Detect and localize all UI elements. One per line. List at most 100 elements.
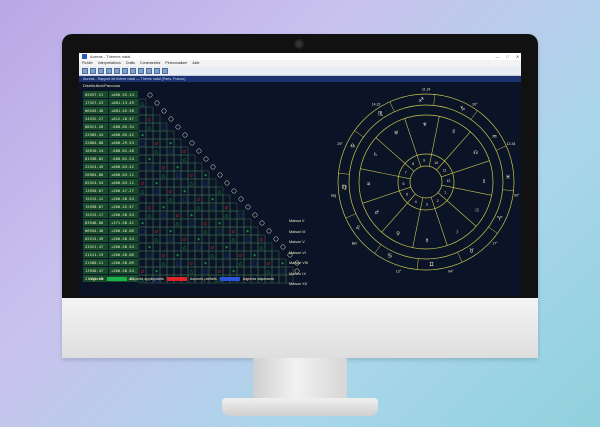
aspect-cell[interactable] <box>138 242 147 252</box>
aspect-cell[interactable] <box>215 258 224 268</box>
aspect-cell[interactable] <box>145 106 154 116</box>
aspect-cell[interactable] <box>194 266 203 276</box>
aspect-cell[interactable] <box>166 130 175 140</box>
aspect-cell[interactable] <box>145 266 154 276</box>
aspect-cell[interactable] <box>208 234 217 244</box>
aspect-cell[interactable] <box>159 146 168 156</box>
aspect-cell[interactable] <box>159 130 168 140</box>
toolbar-forward-button[interactable] <box>146 67 152 74</box>
aspect-cell[interactable] <box>173 202 182 212</box>
aspect-cell[interactable] <box>194 250 203 260</box>
aspect-cell[interactable] <box>257 250 266 260</box>
aspect-cell[interactable] <box>236 218 245 228</box>
aspect-cell[interactable] <box>187 154 196 164</box>
aspect-cell[interactable] <box>145 218 154 228</box>
close-button[interactable]: ✕ <box>514 53 521 60</box>
aspect-cell[interactable] <box>138 210 147 220</box>
aspect-cell[interactable] <box>236 226 245 236</box>
aspect-cell[interactable] <box>215 194 224 204</box>
aspect-cell[interactable] <box>250 234 259 244</box>
aspect-cell[interactable] <box>222 194 231 204</box>
aspect-cell[interactable] <box>229 258 238 268</box>
aspect-cell[interactable] <box>215 234 224 244</box>
aspect-cell[interactable] <box>271 250 280 260</box>
aspect-cell[interactable] <box>201 202 210 212</box>
aspect-cell[interactable] <box>138 146 147 156</box>
aspect-cell[interactable] <box>166 178 175 188</box>
aspect-cell[interactable] <box>166 162 175 172</box>
aspect-cell[interactable] <box>215 242 224 252</box>
aspect-cell[interactable] <box>138 202 147 212</box>
aspect-cell[interactable] <box>145 170 154 180</box>
aspect-cell[interactable] <box>159 138 168 148</box>
aspect-cell[interactable] <box>187 162 196 172</box>
aspect-cell[interactable] <box>264 242 273 252</box>
aspect-cell[interactable] <box>187 194 196 204</box>
aspect-cell[interactable] <box>278 274 287 284</box>
aspect-cell[interactable] <box>208 210 217 220</box>
toolbar-settings-button[interactable] <box>154 67 160 74</box>
aspect-cell[interactable] <box>222 258 231 268</box>
aspect-cell[interactable] <box>152 194 161 204</box>
aspect-cell[interactable] <box>194 162 203 172</box>
aspect-cell[interactable] <box>166 154 175 164</box>
aspect-cell[interactable] <box>243 258 252 268</box>
aspect-cell[interactable] <box>180 258 189 268</box>
aspect-cell[interactable] <box>229 202 238 212</box>
aspect-cell[interactable] <box>173 154 182 164</box>
aspect-cell[interactable] <box>159 186 168 196</box>
aspect-cell[interactable] <box>201 194 210 204</box>
aspect-cell[interactable] <box>145 186 154 196</box>
aspect-cell[interactable] <box>138 154 147 164</box>
aspect-cell[interactable] <box>145 130 154 140</box>
aspect-cell[interactable] <box>208 266 217 276</box>
toolbar-open-button[interactable] <box>90 67 96 74</box>
aspect-cell[interactable] <box>152 130 161 140</box>
aspect-cell[interactable] <box>243 266 252 276</box>
aspect-cell[interactable] <box>152 258 161 268</box>
natal-chart-wheel[interactable]: ♈ ☉ 1 ♉ ☽ 2 ♊ ☿ 3 ♋ ♀ 4 ♌ ♂ 5 ♍ ♃ 6 ♎ ♄ 7 ♏ ♅ 8 ♐ ♆ 9 ♑ ♇ 10 ♒ ☊ 11 ♓ ⚷ 12 1… <box>331 82 521 296</box>
aspect-cell[interactable] <box>187 186 196 196</box>
aspect-cell[interactable] <box>201 210 210 220</box>
maximize-button[interactable]: □ <box>504 53 511 60</box>
aspect-cell[interactable] <box>152 218 161 228</box>
aspect-cell[interactable] <box>145 178 154 188</box>
aspect-cell[interactable] <box>173 226 182 236</box>
aspect-cell[interactable] <box>257 266 266 276</box>
aspect-cell[interactable] <box>257 258 266 268</box>
aspect-cell[interactable] <box>152 242 161 252</box>
aspect-cell[interactable] <box>173 186 182 196</box>
aspect-cell[interactable] <box>229 250 238 260</box>
aspect-cell[interactable] <box>194 218 203 228</box>
aspect-cell[interactable] <box>222 234 231 244</box>
aspect-cell[interactable] <box>166 170 175 180</box>
aspect-cell[interactable] <box>138 106 147 116</box>
menu-item-interpretations[interactable]: Interprétations <box>98 61 121 65</box>
aspect-cell[interactable] <box>173 242 182 252</box>
menu-item-aide[interactable]: Aide <box>192 61 199 65</box>
aspect-cell[interactable] <box>138 194 147 204</box>
aspect-cell[interactable] <box>208 258 217 268</box>
aspect-cell[interactable] <box>243 250 252 260</box>
toolbar-chart-button[interactable] <box>114 67 120 74</box>
aspect-cell[interactable] <box>159 218 168 228</box>
aspect-cell[interactable] <box>166 242 175 252</box>
aspect-cell[interactable] <box>201 234 210 244</box>
aspect-cell[interactable] <box>180 210 189 220</box>
aspect-cell[interactable] <box>173 194 182 204</box>
minimize-button[interactable]: — <box>494 53 501 60</box>
aspect-cell[interactable] <box>145 146 154 156</box>
aspect-cell[interactable] <box>180 266 189 276</box>
aspect-cell[interactable] <box>159 266 168 276</box>
aspect-cell[interactable] <box>138 114 147 124</box>
aspect-cell[interactable] <box>222 226 231 236</box>
aspect-cell[interactable] <box>152 202 161 212</box>
aspect-cell[interactable] <box>173 146 182 156</box>
aspect-cell[interactable] <box>208 226 217 236</box>
aspect-cell[interactable] <box>250 242 259 252</box>
menu-item-personnaliser[interactable]: Personnaliser <box>165 61 187 65</box>
aspect-cell[interactable] <box>152 114 161 124</box>
aspect-cell[interactable] <box>152 154 161 164</box>
toolbar-print-button[interactable] <box>106 67 112 74</box>
aspect-cell[interactable] <box>180 170 189 180</box>
